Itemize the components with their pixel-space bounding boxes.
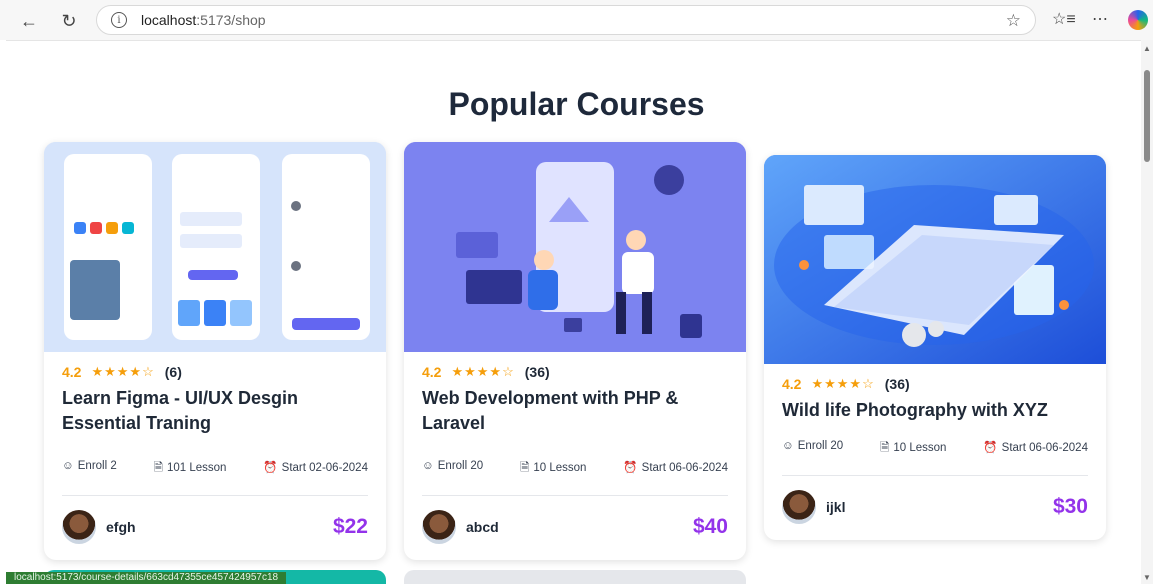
alarm-clock-icon: ⏰ bbox=[263, 462, 278, 474]
rating-row: 4.2 ★★★★☆ (6) bbox=[62, 364, 386, 380]
rating-value: 4.2 bbox=[62, 364, 82, 380]
course-meta: ☺ Enroll 2 🗎 101 Lesson ⏰ Start 02-06-2024 bbox=[62, 460, 368, 479]
url-text: localhost:5173/shop bbox=[141, 12, 266, 28]
enroll-info: ☺ Enroll 20 bbox=[422, 460, 484, 472]
card-footer: ijkl $30 bbox=[782, 490, 1088, 524]
user-circle-icon: ☺ bbox=[782, 440, 794, 452]
avatar bbox=[782, 490, 816, 524]
document-icon: 🗎 bbox=[153, 462, 163, 474]
course-title[interactable]: Wild life Photography with XYZ bbox=[782, 398, 1088, 424]
start-info: ⏰ Start 06-06-2024 bbox=[983, 442, 1088, 454]
rating-value: 4.2 bbox=[422, 364, 442, 380]
page-title: Popular Courses bbox=[448, 86, 705, 122]
copilot-icon[interactable] bbox=[1128, 10, 1148, 30]
course-price: $22 bbox=[332, 515, 368, 538]
author-name: ijkl bbox=[826, 499, 846, 515]
divider bbox=[62, 495, 368, 496]
enroll-info: ☺ Enroll 2 bbox=[62, 460, 117, 472]
lesson-info: 🗎 10 Lesson bbox=[880, 442, 947, 454]
figma-app-mockup-image bbox=[44, 142, 386, 352]
course-price: $30 bbox=[1052, 495, 1088, 518]
enroll-info: ☺ Enroll 20 bbox=[782, 440, 844, 452]
stars-icon: ★★★★☆ bbox=[91, 364, 155, 379]
user-circle-icon: ☺ bbox=[422, 460, 434, 472]
web-development-illustration bbox=[404, 142, 746, 352]
reload-icon[interactable]: ↻ bbox=[56, 8, 82, 34]
author-name: efgh bbox=[106, 519, 136, 535]
software-illustration bbox=[764, 155, 1106, 364]
browser-toolbar: ← ↻ i localhost:5173/shop ☆ ☆≡ ⋯ bbox=[0, 0, 1153, 40]
rating-row: 4.2 ★★★★☆ (36) bbox=[422, 364, 746, 380]
alarm-clock-icon: ⏰ bbox=[623, 462, 638, 474]
author: abcd bbox=[422, 510, 499, 544]
start-info: ⏰ Start 02-06-2024 bbox=[263, 462, 368, 474]
rating-value: 4.2 bbox=[782, 376, 802, 392]
divider bbox=[422, 495, 728, 496]
alarm-clock-icon: ⏰ bbox=[983, 442, 998, 454]
course-thumbnail[interactable] bbox=[764, 155, 1106, 364]
course-thumbnail[interactable] bbox=[404, 142, 746, 352]
document-icon: 🗎 bbox=[880, 442, 890, 454]
start-info: ⏰ Start 06-06-2024 bbox=[623, 462, 728, 474]
divider bbox=[782, 475, 1088, 476]
rating-row: 4.2 ★★★★☆ (36) bbox=[782, 376, 1106, 392]
document-icon: 🗎 bbox=[520, 462, 530, 474]
review-count: (36) bbox=[524, 364, 550, 380]
more-menu-icon[interactable]: ⋯ bbox=[1092, 9, 1108, 29]
course-title[interactable]: Web Development with PHP & Laravel bbox=[422, 386, 728, 438]
author: efgh bbox=[62, 510, 136, 544]
favorite-star-icon[interactable]: ☆ bbox=[1006, 11, 1021, 31]
scroll-down-icon[interactable]: ▼ bbox=[1143, 573, 1151, 582]
lesson-info: 🗎 101 Lesson bbox=[153, 462, 227, 474]
lesson-info: 🗎 10 Lesson bbox=[520, 462, 587, 474]
card-footer: efgh $22 bbox=[62, 510, 368, 544]
back-arrow-icon[interactable]: ← bbox=[16, 8, 42, 34]
course-meta: ☺ Enroll 20 🗎 10 Lesson ⏰ Start 06-06-2024 bbox=[782, 440, 1088, 459]
course-card[interactable]: 4.2 ★★★★☆ (36) Wild life Photography wit… bbox=[764, 155, 1106, 540]
review-count: (6) bbox=[164, 364, 182, 380]
author-name: abcd bbox=[466, 519, 499, 535]
next-course-card[interactable] bbox=[404, 570, 746, 584]
status-bar-link: localhost:5173/course-details/663cd47355… bbox=[6, 572, 287, 584]
review-count: (36) bbox=[884, 376, 910, 392]
author: ijkl bbox=[782, 490, 845, 524]
stars-icon: ★★★★☆ bbox=[451, 364, 515, 379]
course-card[interactable]: 4.2 ★★★★☆ (6) Learn Figma - UI/UX Desgin… bbox=[44, 142, 386, 560]
address-bar[interactable]: i localhost:5173/shop ☆ bbox=[96, 5, 1036, 35]
favorites-list-icon[interactable]: ☆≡ bbox=[1052, 9, 1076, 29]
scroll-up-icon[interactable]: ▲ bbox=[1143, 44, 1151, 53]
course-title[interactable]: Learn Figma - UI/UX Desgin Essential Tra… bbox=[62, 386, 368, 438]
site-info-icon[interactable]: i bbox=[111, 12, 127, 28]
stars-icon: ★★★★☆ bbox=[811, 376, 875, 391]
card-footer: abcd $40 bbox=[422, 510, 728, 544]
course-thumbnail[interactable] bbox=[44, 142, 386, 352]
course-card[interactable]: 4.2 ★★★★☆ (36) Web Development with PHP … bbox=[404, 142, 746, 560]
course-meta: ☺ Enroll 20 🗎 10 Lesson ⏰ Start 06-06-2024 bbox=[422, 460, 728, 479]
user-circle-icon: ☺ bbox=[62, 460, 74, 472]
course-price: $40 bbox=[692, 515, 728, 538]
avatar bbox=[62, 510, 96, 544]
avatar bbox=[422, 510, 456, 544]
